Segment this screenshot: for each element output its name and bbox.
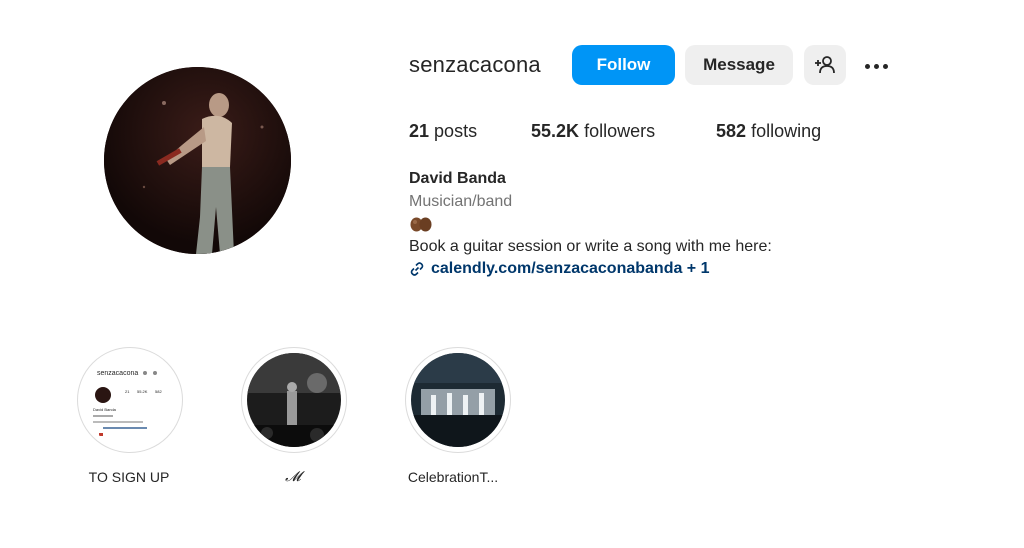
thumb-posts: 21 bbox=[125, 389, 130, 394]
more-options-icon[interactable] bbox=[860, 55, 892, 77]
posts-count: 21 bbox=[409, 121, 430, 141]
thumb-username: senzacacona bbox=[97, 370, 138, 377]
highlight-item[interactable] bbox=[405, 347, 511, 453]
stage-photo-thumbnail bbox=[411, 353, 505, 447]
follow-button[interactable]: Follow bbox=[572, 45, 675, 85]
add-user-icon bbox=[815, 56, 835, 74]
highlight-item[interactable]: senzacacona 21 55.2K 582 David Banda bbox=[77, 347, 183, 453]
profile-full-name: David Banda bbox=[409, 170, 506, 187]
following-stat[interactable]: 582 following bbox=[716, 121, 821, 142]
following-label: following bbox=[751, 121, 822, 141]
followers-count: 55.2K bbox=[531, 121, 580, 141]
thumb-following: 582 bbox=[155, 389, 162, 394]
posts-stat: 21 posts bbox=[409, 121, 477, 142]
highlight-thumbnail bbox=[247, 353, 341, 447]
thumb-followers: 55.2K bbox=[137, 389, 148, 394]
highlight-label: 𝓜 bbox=[285, 469, 301, 485]
profile-screenshot-thumbnail: senzacacona 21 55.2K 582 David Banda bbox=[83, 353, 177, 447]
highlight-label: TO SIGN UP bbox=[88, 469, 170, 485]
followers-stat[interactable]: 55.2K followers bbox=[531, 121, 655, 142]
profile-link[interactable]: calendly.com/senzacaconabanda + 1 bbox=[409, 260, 710, 278]
profile-bio: Book a guitar session or write a song wi… bbox=[409, 238, 772, 255]
following-count: 582 bbox=[716, 121, 747, 141]
peanut-emoji-icon bbox=[410, 217, 432, 232]
highlight-item[interactable] bbox=[241, 347, 347, 453]
profile-username: senzacacona bbox=[409, 52, 541, 77]
avatar-image bbox=[104, 67, 291, 254]
highlight-label: CelebrationT... bbox=[407, 469, 499, 485]
add-user-button[interactable] bbox=[804, 45, 846, 85]
followers-label: followers bbox=[584, 121, 656, 141]
posts-label: posts bbox=[434, 121, 478, 141]
profile-avatar[interactable] bbox=[104, 67, 291, 254]
highlight-thumbnail: senzacacona 21 55.2K 582 David Banda bbox=[83, 353, 177, 447]
profile-link-text: calendly.com/senzacaconabanda + 1 bbox=[431, 260, 710, 277]
message-button[interactable]: Message bbox=[685, 45, 793, 85]
highlight-thumbnail bbox=[411, 353, 505, 447]
profile-category: Musician/band bbox=[409, 193, 513, 210]
concert-photo-thumbnail bbox=[247, 353, 341, 447]
thumb-name: David Banda bbox=[93, 407, 117, 412]
link-icon bbox=[410, 262, 424, 276]
